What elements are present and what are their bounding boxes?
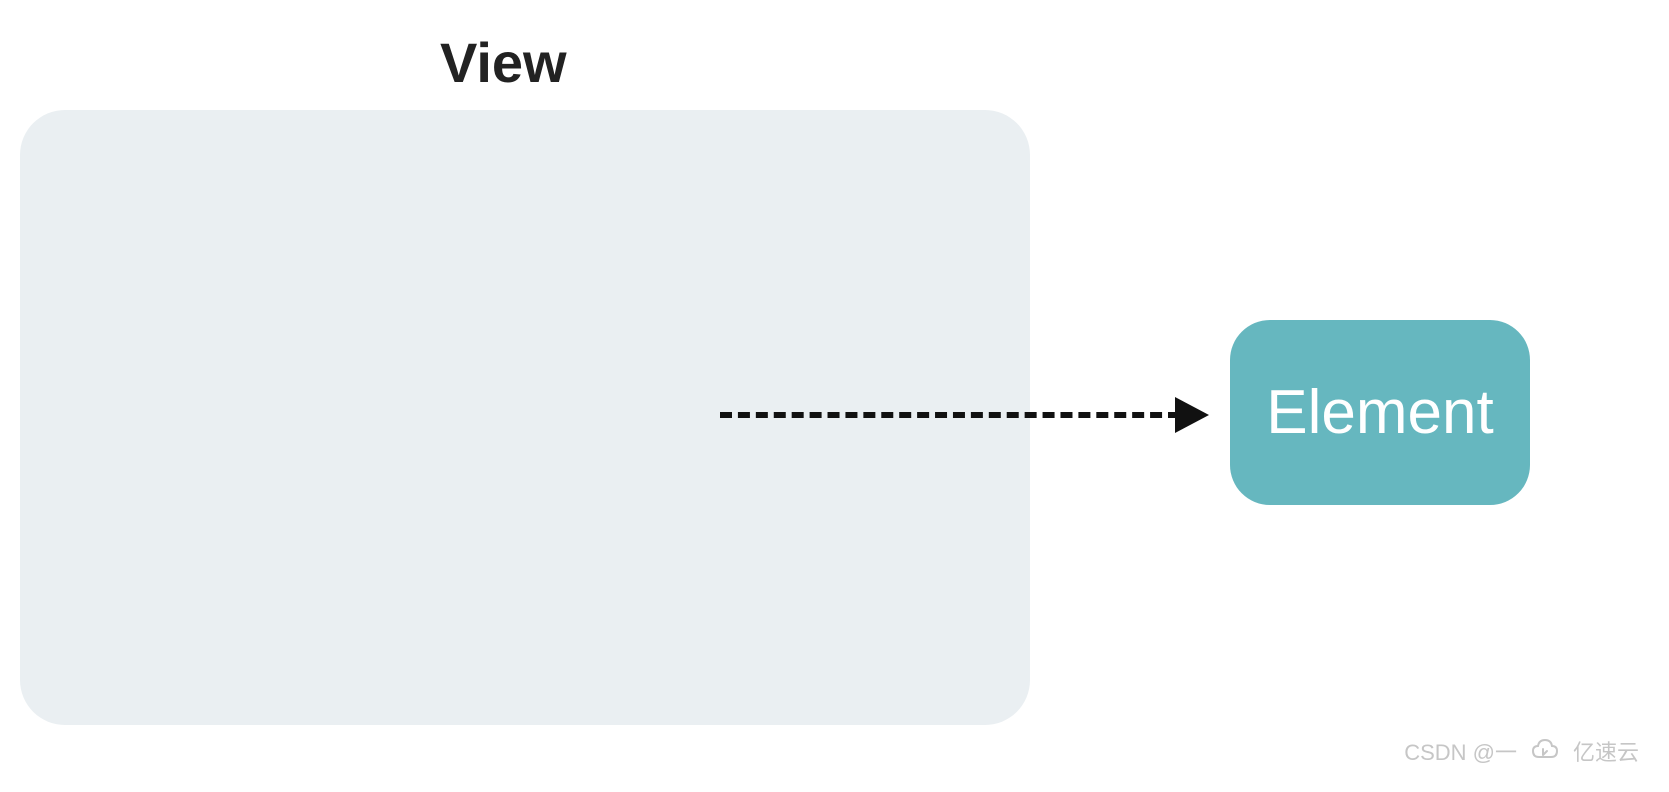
arrow-head-icon: [1175, 397, 1209, 433]
watermark: CSDN @一 亿速云: [1404, 735, 1639, 767]
element-box: Element: [1230, 320, 1530, 505]
arrow-dashed: [720, 400, 1220, 430]
watermark-text-left: CSDN @一: [1404, 735, 1517, 767]
diagram-title: View: [440, 30, 567, 95]
cloud-icon: [1529, 735, 1561, 767]
element-label: Element: [1266, 377, 1493, 448]
arrow-line: [720, 412, 1180, 418]
watermark-text-right: 亿速云: [1573, 735, 1639, 767]
